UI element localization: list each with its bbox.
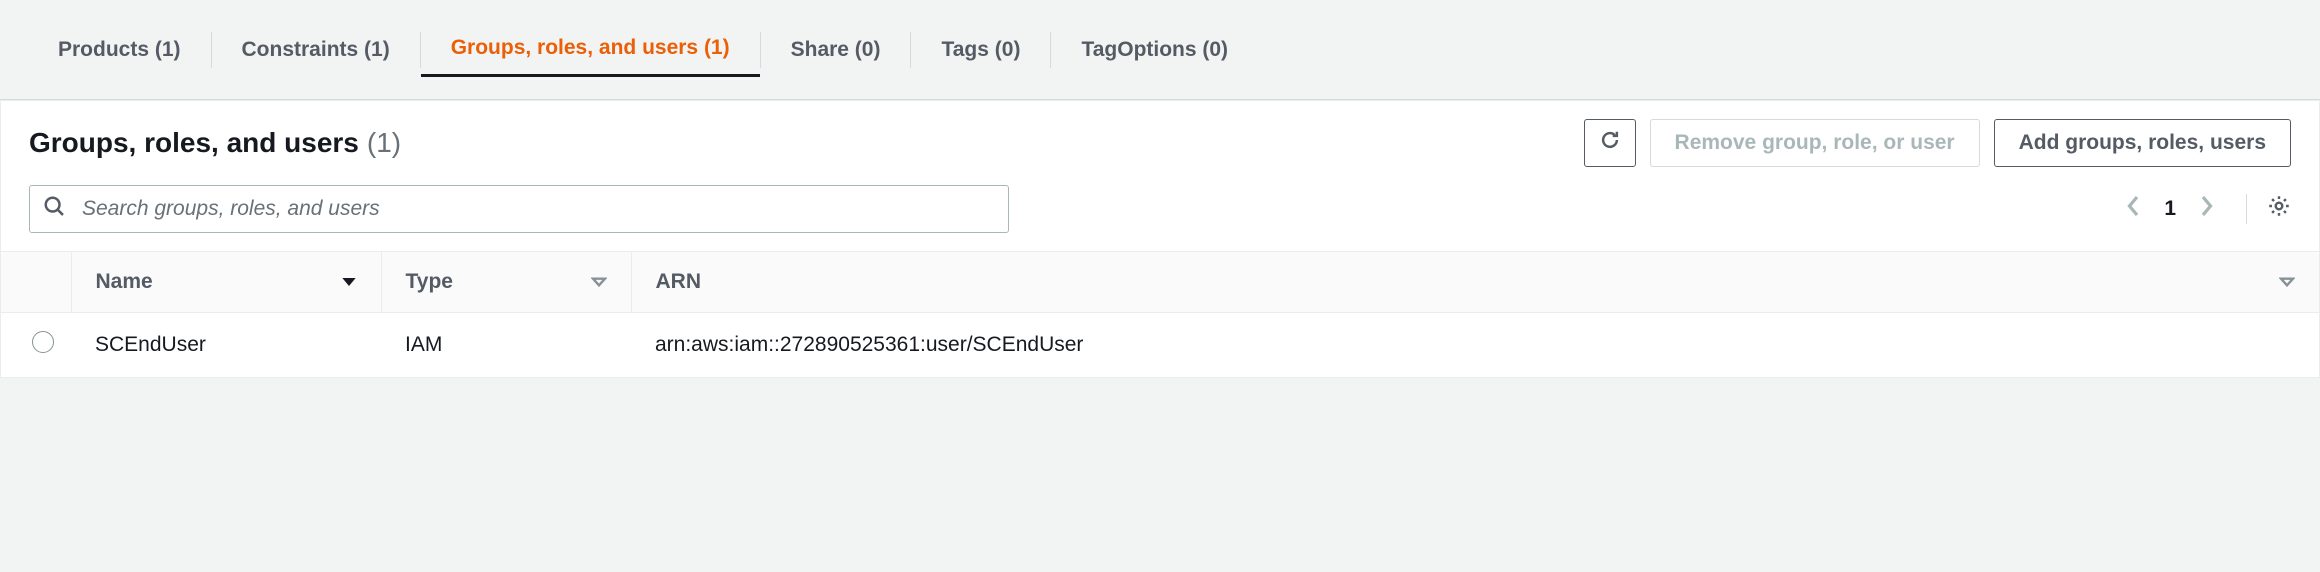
toolbar: 1 <box>1 185 2319 251</box>
tab-tagoptions[interactable]: TagOptions (0) <box>1051 23 1258 77</box>
search-icon <box>43 195 65 223</box>
tab-share[interactable]: Share (0) <box>761 23 911 77</box>
row-select-cell <box>1 313 71 378</box>
remove-button[interactable]: Remove group, role, or user <box>1650 119 1980 167</box>
column-header-arn[interactable]: ARN <box>631 252 2319 313</box>
tab-tags[interactable]: Tags (0) <box>911 23 1050 77</box>
column-header-type[interactable]: Type <box>381 252 631 313</box>
select-column-header <box>1 252 71 313</box>
search-input[interactable] <box>29 185 1009 233</box>
refresh-icon <box>1599 129 1621 157</box>
row-radio[interactable] <box>32 331 54 353</box>
tab-constraints[interactable]: Constraints (1) <box>212 23 420 77</box>
sort-icon <box>2279 276 2295 288</box>
column-header-name[interactable]: Name <box>71 252 381 313</box>
principals-table: Name Type ARN <box>1 251 2319 377</box>
settings-button[interactable] <box>2246 194 2291 224</box>
tab-groups-roles-users[interactable]: Groups, roles, and users (1) <box>421 23 760 77</box>
sort-icon <box>591 276 607 288</box>
cell-name: SCEndUser <box>71 313 381 378</box>
pagination: 1 <box>2126 194 2291 224</box>
chevron-left-icon <box>2126 194 2142 224</box>
column-header-label: Name <box>96 270 153 294</box>
panel-actions: Remove group, role, or user Add groups, … <box>1584 119 2291 167</box>
prev-page-button[interactable] <box>2126 194 2142 224</box>
panel-title-text: Groups, roles, and users <box>29 127 359 159</box>
panel-header: Groups, roles, and users (1) Remove grou… <box>1 101 2319 185</box>
panel-title-count: (1) <box>367 127 401 159</box>
refresh-button[interactable] <box>1584 119 1636 167</box>
gear-icon <box>2267 194 2291 224</box>
cell-type: IAM <box>381 313 631 378</box>
cell-arn: arn:aws:iam::272890525361:user/SCEndUser <box>631 313 2319 378</box>
column-header-label: Type <box>406 270 453 294</box>
search-wrap <box>29 185 1009 233</box>
panel-groups-roles-users: Groups, roles, and users (1) Remove grou… <box>0 100 2320 378</box>
panel-title: Groups, roles, and users (1) <box>29 127 401 159</box>
table-row[interactable]: SCEndUser IAM arn:aws:iam::272890525361:… <box>1 313 2319 378</box>
next-page-button[interactable] <box>2198 194 2214 224</box>
tabs-bar: Products (1) Constraints (1) Groups, rol… <box>0 0 2320 100</box>
column-header-label: ARN <box>656 270 702 294</box>
page-number: 1 <box>2164 197 2176 221</box>
sort-desc-icon <box>341 276 357 288</box>
chevron-right-icon <box>2198 194 2214 224</box>
tab-products[interactable]: Products (1) <box>28 23 211 77</box>
add-button[interactable]: Add groups, roles, users <box>1994 119 2291 167</box>
